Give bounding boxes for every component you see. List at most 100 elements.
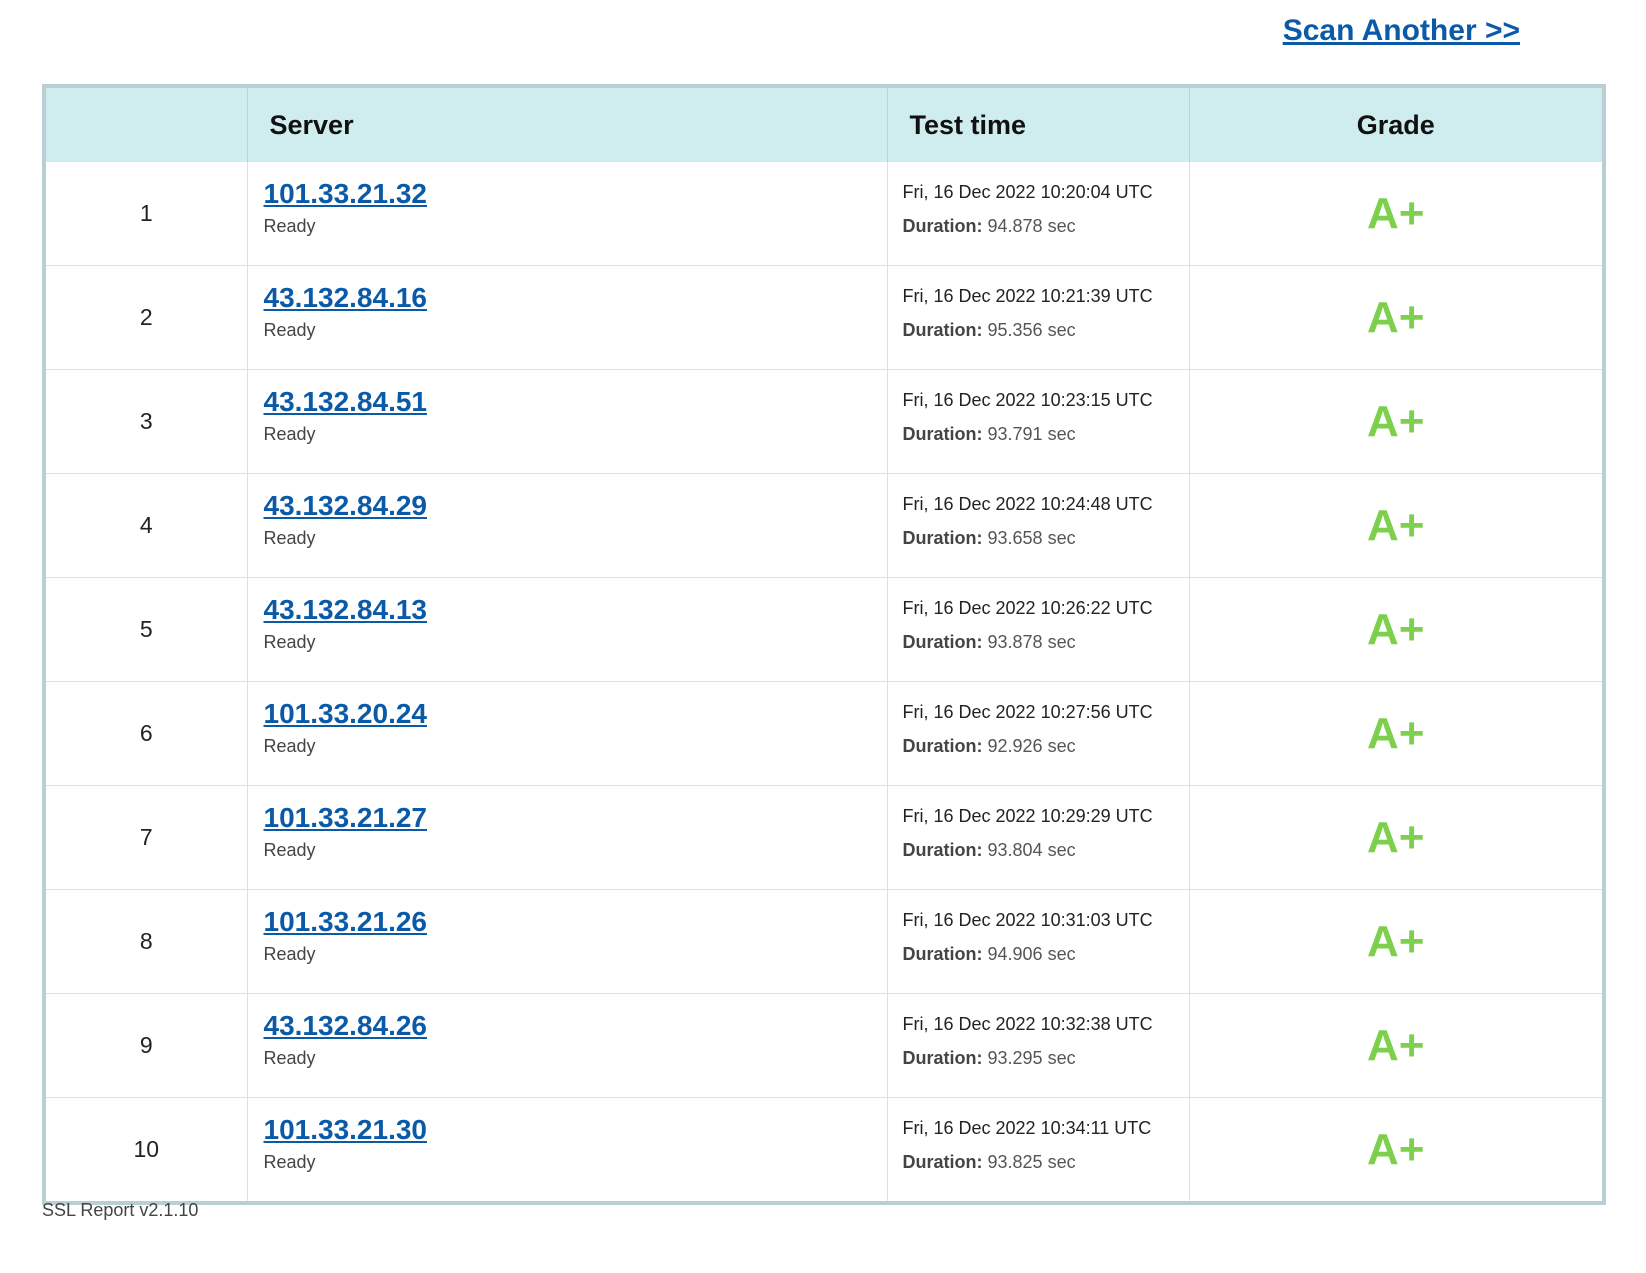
table-row: 6 101.33.20.24 Ready Fri, 16 Dec 2022 10:27… [46, 681, 1602, 786]
server-cell: 101.33.21.26 Ready [246, 889, 887, 994]
duration-label: Duration: [902, 632, 983, 652]
table-row: 10 101.33.21.30 Ready Fri, 16 Dec 2022 10:3… [46, 1097, 1602, 1201]
duration-line: Duration: 93.658 sec [903, 528, 1189, 549]
test-timestamp: Fri, 16 Dec 2022 10:29:29 UTC [902, 806, 1153, 826]
duration-value: 93.804 sec [987, 840, 1076, 860]
server-ip-link[interactable]: 101.33.21.26 [264, 906, 887, 938]
server-ip-link[interactable]: 43.132.84.26 [264, 1010, 887, 1042]
grade-badge: A+ [1367, 396, 1425, 446]
server-status: Ready [263, 320, 316, 340]
server-status: Ready [263, 424, 316, 444]
grade-cell: A+ [1188, 265, 1602, 370]
test-time-cell: Fri, 16 Dec 2022 10:27:56 UTC Duration: 9… [886, 681, 1189, 786]
row-number: 9 [46, 993, 247, 1098]
server-cell: 43.132.84.26 Ready [246, 993, 887, 1098]
server-status: Ready [263, 1048, 316, 1068]
row-number: 8 [46, 889, 247, 994]
server-cell: 43.132.84.51 Ready [246, 369, 887, 474]
test-timestamp: Fri, 16 Dec 2022 10:34:11 UTC [902, 1118, 1152, 1138]
column-header-grade: Grade [1188, 88, 1602, 162]
duration-value: 93.658 sec [987, 528, 1076, 548]
server-cell: 101.33.21.32 Ready [246, 162, 887, 266]
server-ip-link[interactable]: 101.33.21.27 [264, 802, 887, 834]
test-time-cell: Fri, 16 Dec 2022 10:32:38 UTC Duration: 9… [886, 993, 1189, 1098]
duration-line: Duration: 93.825 sec [903, 1152, 1189, 1173]
test-time-cell: Fri, 16 Dec 2022 10:29:29 UTC Duration: 9… [886, 785, 1189, 890]
duration-label: Duration: [902, 736, 983, 756]
server-ip-link[interactable]: 101.33.20.24 [264, 698, 887, 730]
duration-label: Duration: [902, 320, 983, 340]
server-ip-link[interactable]: 43.132.84.51 [264, 386, 887, 418]
duration-label: Duration: [902, 1048, 983, 1068]
duration-label: Duration: [902, 216, 983, 236]
grade-badge: A+ [1367, 1020, 1425, 1070]
test-timestamp: Fri, 16 Dec 2022 10:20:04 UTC [902, 182, 1153, 202]
grade-badge: A+ [1367, 292, 1425, 342]
scan-another-link[interactable]: Scan Another >> [1283, 14, 1520, 48]
duration-line: Duration: 93.804 sec [903, 840, 1189, 861]
duration-value: 95.356 sec [987, 320, 1076, 340]
server-ip-link[interactable]: 43.132.84.13 [264, 594, 887, 626]
grade-cell: A+ [1188, 369, 1602, 474]
server-status: Ready [263, 944, 316, 964]
row-number: 6 [46, 681, 247, 786]
table-row: 5 43.132.84.13 Ready Fri, 16 Dec 2022 10:26… [46, 577, 1602, 682]
row-number: 1 [139, 200, 153, 226]
duration-line: Duration: 93.791 sec [903, 424, 1189, 445]
server-ip-link[interactable]: 43.132.84.29 [264, 490, 887, 522]
duration-line: Duration: 94.878 sec [903, 216, 1189, 237]
duration-line: Duration: 93.295 sec [903, 1048, 1189, 1069]
results-table-header: Server Test time Grade [46, 88, 1602, 162]
grade-badge: A+ [1367, 500, 1425, 550]
table-row: 1 101.33.21.32 Ready Fri, 16 Dec 2022 10:20… [46, 162, 1602, 266]
grade-cell: A+ [1188, 162, 1602, 266]
test-timestamp: Fri, 16 Dec 2022 10:31:03 UTC [902, 910, 1153, 930]
test-timestamp: Fri, 16 Dec 2022 10:23:15 UTC [902, 390, 1153, 410]
grade-cell: A+ [1188, 1097, 1602, 1201]
server-ip-link[interactable]: 43.132.84.16 [264, 282, 887, 314]
grade-badge: A+ [1367, 1124, 1425, 1174]
grade-cell: A+ [1188, 681, 1602, 786]
results-table: Server Test time Grade 1 101.33.21.32 Read… [46, 88, 1602, 1201]
server-status: Ready [263, 632, 316, 652]
test-timestamp: Fri, 16 Dec 2022 10:26:22 UTC [902, 598, 1153, 618]
duration-line: Duration: 94.906 sec [903, 944, 1189, 965]
server-status: Ready [263, 216, 316, 236]
grade-badge: A+ [1367, 812, 1425, 862]
server-cell: 101.33.21.27 Ready [246, 785, 887, 890]
duration-value: 92.926 sec [987, 736, 1076, 756]
server-cell: 43.132.84.13 Ready [246, 577, 887, 682]
server-cell: 101.33.21.30 Ready [246, 1097, 887, 1201]
duration-line: Duration: 93.878 sec [903, 632, 1189, 653]
row-number: 5 [46, 577, 247, 682]
test-timestamp: Fri, 16 Dec 2022 10:32:38 UTC [902, 1014, 1153, 1034]
table-row: 9 43.132.84.26 Ready Fri, 16 Dec 2022 10:32… [46, 993, 1602, 1098]
test-time-cell: Fri, 16 Dec 2022 10:31:03 UTC Duration: 9… [886, 889, 1189, 994]
server-ip-link[interactable]: 101.33.21.30 [264, 1114, 887, 1146]
grade-badge: A+ [1367, 708, 1425, 758]
duration-label: Duration: [902, 944, 983, 964]
table-row: 7 101.33.21.27 Ready Fri, 16 Dec 2022 10:29… [46, 785, 1602, 890]
column-header-number [46, 88, 247, 162]
server-cell: 43.132.84.29 Ready [246, 473, 887, 578]
duration-label: Duration: [902, 424, 983, 444]
grade-cell: A+ [1188, 785, 1602, 890]
table-row: 4 43.132.84.29 Ready Fri, 16 Dec 2022 10:24… [46, 473, 1602, 578]
test-time-cell: Fri, 16 Dec 2022 10:20:04 UTC Duration: 9… [886, 162, 1189, 266]
duration-label: Duration: [902, 528, 983, 548]
row-number: 3 [46, 369, 247, 474]
duration-label: Duration: [902, 1152, 983, 1172]
server-ip-link[interactable]: 101.33.21.32 [264, 178, 887, 210]
test-timestamp: Fri, 16 Dec 2022 10:27:56 UTC [902, 702, 1153, 722]
test-time-cell: Fri, 16 Dec 2022 10:34:11 UTC Duration: 9… [886, 1097, 1189, 1201]
test-time-cell: Fri, 16 Dec 2022 10:23:15 UTC Duration: 9… [886, 369, 1189, 474]
server-cell: 101.33.20.24 Ready [246, 681, 887, 786]
duration-line: Duration: 95.356 sec [903, 320, 1189, 341]
column-header-server: Server [246, 88, 887, 162]
grade-cell: A+ [1188, 889, 1602, 994]
row-number: 2 [46, 265, 247, 370]
grade-badge: A+ [1367, 916, 1425, 966]
table-row: 8 101.33.21.26 Ready Fri, 16 Dec 2022 10:31… [46, 889, 1602, 994]
server-status: Ready [263, 528, 316, 548]
row-number: 4 [46, 473, 247, 578]
